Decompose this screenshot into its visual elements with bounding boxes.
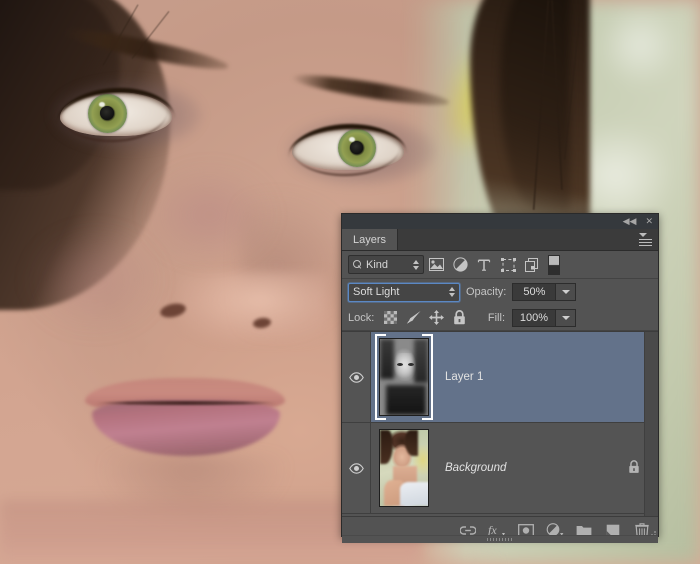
fill-slider-toggle[interactable] bbox=[556, 309, 576, 327]
grayscale-portrait-thumbnail bbox=[379, 338, 429, 416]
opacity-slider-toggle[interactable] bbox=[556, 283, 576, 301]
tab-layers-label: Layers bbox=[353, 234, 386, 246]
adjustment-layer-filter-icon[interactable] bbox=[448, 254, 472, 275]
chevron-updown-icon bbox=[413, 260, 419, 270]
panel-resize-bar[interactable] bbox=[342, 535, 658, 542]
layers-list: Layer 1 Background bbox=[342, 331, 658, 516]
lip-line bbox=[96, 401, 276, 405]
smart-object-filter-icon[interactable] bbox=[520, 254, 544, 275]
filter-toggle-switch[interactable] bbox=[548, 255, 560, 275]
lock-transparent-pixels-icon[interactable] bbox=[380, 308, 401, 327]
layer-name-label[interactable]: Background bbox=[445, 462, 628, 474]
color-portrait-thumbnail bbox=[379, 429, 429, 507]
layer-name-label[interactable]: Layer 1 bbox=[445, 371, 658, 383]
layers-scrollbar[interactable] bbox=[644, 332, 658, 516]
filter-kind-label: Kind bbox=[366, 259, 409, 271]
fill-input[interactable]: 100% bbox=[512, 309, 556, 327]
pixel-layer-filter-icon[interactable] bbox=[424, 254, 448, 275]
cheek-right bbox=[30, 230, 160, 330]
layer-locked-icon bbox=[628, 460, 640, 477]
panel-titlebar: ◀◀ ✕ bbox=[342, 214, 658, 229]
layer-thumbnail-wrap[interactable] bbox=[375, 427, 433, 509]
chevron-updown-icon bbox=[449, 287, 455, 297]
layer-thumbnail-wrap[interactable] bbox=[375, 336, 433, 418]
nose-tip bbox=[178, 272, 328, 342]
panel-tab-strip: Layers bbox=[342, 229, 658, 251]
lock-label: Lock: bbox=[348, 312, 374, 324]
layer-row[interactable]: Background bbox=[342, 423, 658, 514]
layer-row[interactable]: Layer 1 bbox=[342, 332, 658, 423]
eye-icon bbox=[349, 372, 364, 383]
lock-image-pixels-icon[interactable] bbox=[403, 308, 424, 327]
selection-edge-left bbox=[375, 344, 377, 410]
tab-layers[interactable]: Layers bbox=[342, 229, 398, 250]
shape-layer-filter-icon[interactable] bbox=[496, 254, 520, 275]
opacity-label: Opacity: bbox=[466, 286, 506, 298]
blend-mode-row: Soft Light Opacity: 50% bbox=[342, 279, 658, 305]
layer-visibility-toggle[interactable] bbox=[342, 423, 371, 513]
lock-row: Lock: Fill: 100% bbox=[342, 305, 658, 331]
eye-icon bbox=[349, 463, 364, 474]
selection-corner bbox=[375, 334, 386, 345]
fill-control: 100% bbox=[512, 309, 576, 327]
collapse-to-icons-icon[interactable]: ◀◀ bbox=[623, 217, 637, 226]
lock-position-icon[interactable] bbox=[426, 308, 447, 327]
selection-edge-right bbox=[431, 344, 433, 410]
blend-mode-value: Soft Light bbox=[353, 286, 449, 298]
selection-corner bbox=[422, 334, 433, 345]
opacity-control: 50% bbox=[512, 283, 576, 301]
selection-corner bbox=[375, 409, 386, 420]
panel-menu-icon[interactable] bbox=[639, 233, 652, 245]
layers-panel: ◀◀ ✕ Layers Kind bbox=[341, 213, 659, 537]
close-icon[interactable]: ✕ bbox=[645, 217, 653, 226]
search-icon bbox=[353, 260, 362, 269]
resize-dots-icon bbox=[487, 538, 513, 541]
blend-mode-dropdown[interactable]: Soft Light bbox=[348, 283, 460, 302]
opacity-input[interactable]: 50% bbox=[512, 283, 556, 301]
fill-label: Fill: bbox=[488, 312, 505, 324]
filter-kind-dropdown[interactable]: Kind bbox=[348, 255, 424, 274]
layer-filter-row: Kind bbox=[342, 251, 658, 279]
type-layer-filter-icon[interactable] bbox=[472, 254, 496, 275]
selection-corner bbox=[422, 409, 433, 420]
layer-visibility-toggle[interactable] bbox=[342, 332, 371, 422]
lock-all-icon[interactable] bbox=[449, 308, 470, 327]
